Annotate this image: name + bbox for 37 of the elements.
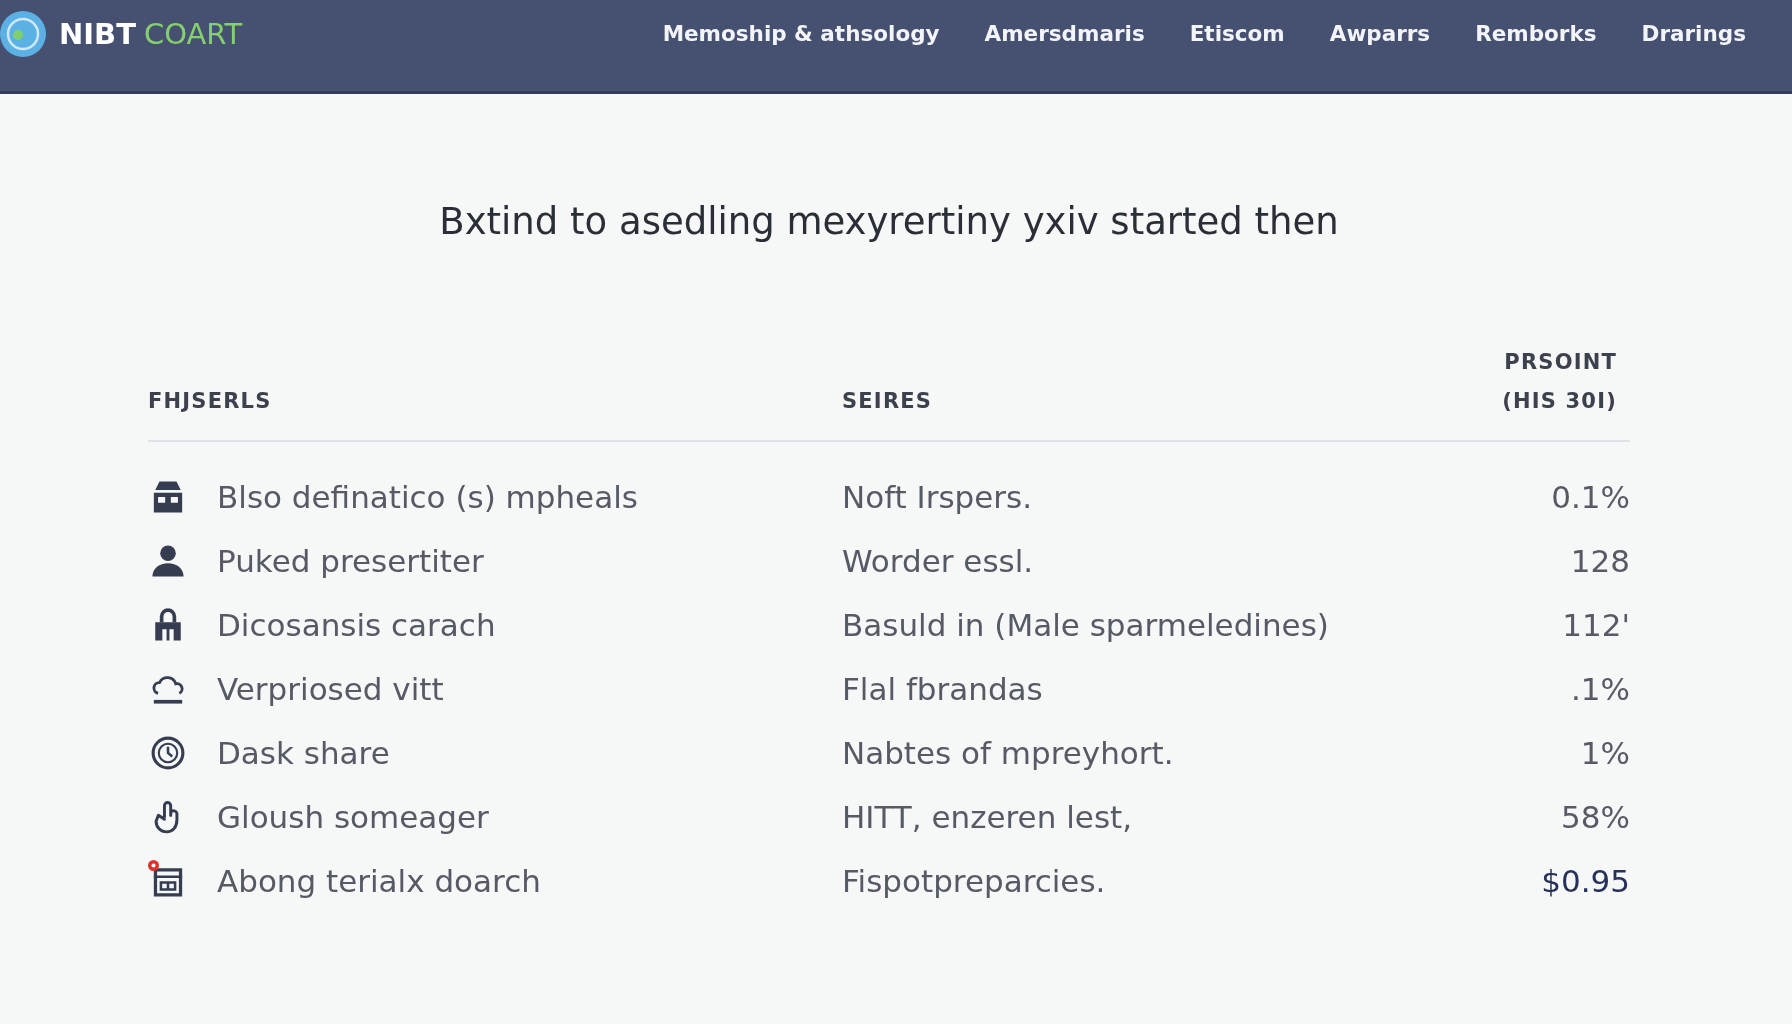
brand-name-suffix: COART [143, 17, 243, 51]
value-text: 0.1% [1551, 479, 1630, 515]
item-name: Verpriosed vitt [217, 671, 444, 707]
nav-link[interactable]: Memoship & athsology [662, 20, 940, 46]
item-name: Blso definatico (s) mpheals [217, 479, 638, 515]
value-text: 58% [1561, 799, 1630, 835]
brand-name: NIBT [59, 17, 136, 51]
value-text: .1% [1570, 671, 1630, 707]
series-label: Nabtes of mpreyhort. [842, 735, 1175, 771]
value-text: $0.95 [1541, 863, 1630, 899]
nav-link[interactable]: Remborks [1475, 20, 1597, 46]
clock-icon [151, 736, 185, 770]
cabinet-icon [151, 480, 185, 514]
column-heading: SEIRES [842, 388, 934, 415]
nav-link[interactable]: Drarings [1641, 20, 1746, 46]
nav-link[interactable]: Awparrs [1329, 20, 1431, 46]
item-name: Abong terialx doarch [217, 863, 541, 899]
column-heading: PRSOINT (HIS 30I) [1501, 349, 1617, 415]
series-label: Basuld in (Male sparmeledines) [842, 607, 1330, 643]
value-text: 128 [1570, 543, 1630, 579]
series-label: Noft Irspers. [842, 479, 1034, 515]
series-label: Flal fbrandas [842, 671, 1044, 707]
nav-link[interactable]: Amersdmaris [984, 20, 1145, 46]
item-name: Gloush someager [217, 799, 489, 835]
column-heading: FHJSERLS [148, 388, 273, 415]
value-text: 112' [1562, 607, 1630, 643]
page-heading: Bxtind to asedling mexyrertiny yxiv started then [438, 200, 1340, 244]
nav-link[interactable]: Etiscom [1189, 20, 1285, 46]
series-label: Worder essl. [842, 543, 1035, 579]
item-name: Dask share [217, 735, 390, 771]
series-label: Fispotpreparcies. [842, 863, 1107, 899]
series-label: HITT, enzeren lest, [842, 799, 1134, 835]
item-name: Dicosansis carach [217, 607, 496, 643]
value-text: 1% [1580, 735, 1630, 771]
logo-icon [0, 11, 46, 57]
item-name: Puked presertiter [217, 543, 484, 579]
person-icon [151, 544, 185, 578]
